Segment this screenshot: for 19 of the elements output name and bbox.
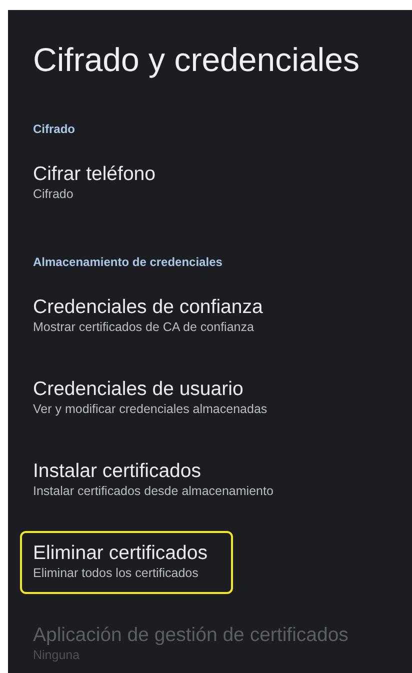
item-summary: Mostrar certificados de CA de confianza [33,319,255,336]
section-header: Almacenamiento de credenciales [33,255,224,269]
item-title: Cifrar teléfono [33,162,156,186]
settings-item[interactable]: Credenciales de usuario Ver y modificar credenciales almacenadas [20,367,294,430]
item-summary: Ver y modificar credenciales almacenadas [33,401,268,418]
item-summary: Instalar certificados desde almacenamiento [33,483,274,500]
item-summary: Eliminar todos los certificados [33,565,200,582]
item-title: Credenciales de usuario [33,377,244,401]
settings-item[interactable]: Cifrar teléfono Cifrado [20,152,182,215]
item-summary: Cifrado [33,186,74,203]
item-title: Credenciales de confianza [33,295,263,319]
settings-item[interactable]: Instalar certificados Instalar certificados desde almacenamiento [20,449,300,512]
settings-item[interactable]: Credenciales de confianza Mostrar certificados de CA de confianza [20,285,289,348]
item-title: Instalar certificados [33,459,202,483]
settings-item[interactable]: Eliminar certificados Eliminar todos los certificados [20,531,234,594]
item-title: Eliminar certificados [33,541,208,565]
item-title: Aplicación de gestión de certificados [33,623,348,647]
page-title: Cifrado y credenciales [33,40,360,80]
section-header: Cifrado [33,122,76,136]
